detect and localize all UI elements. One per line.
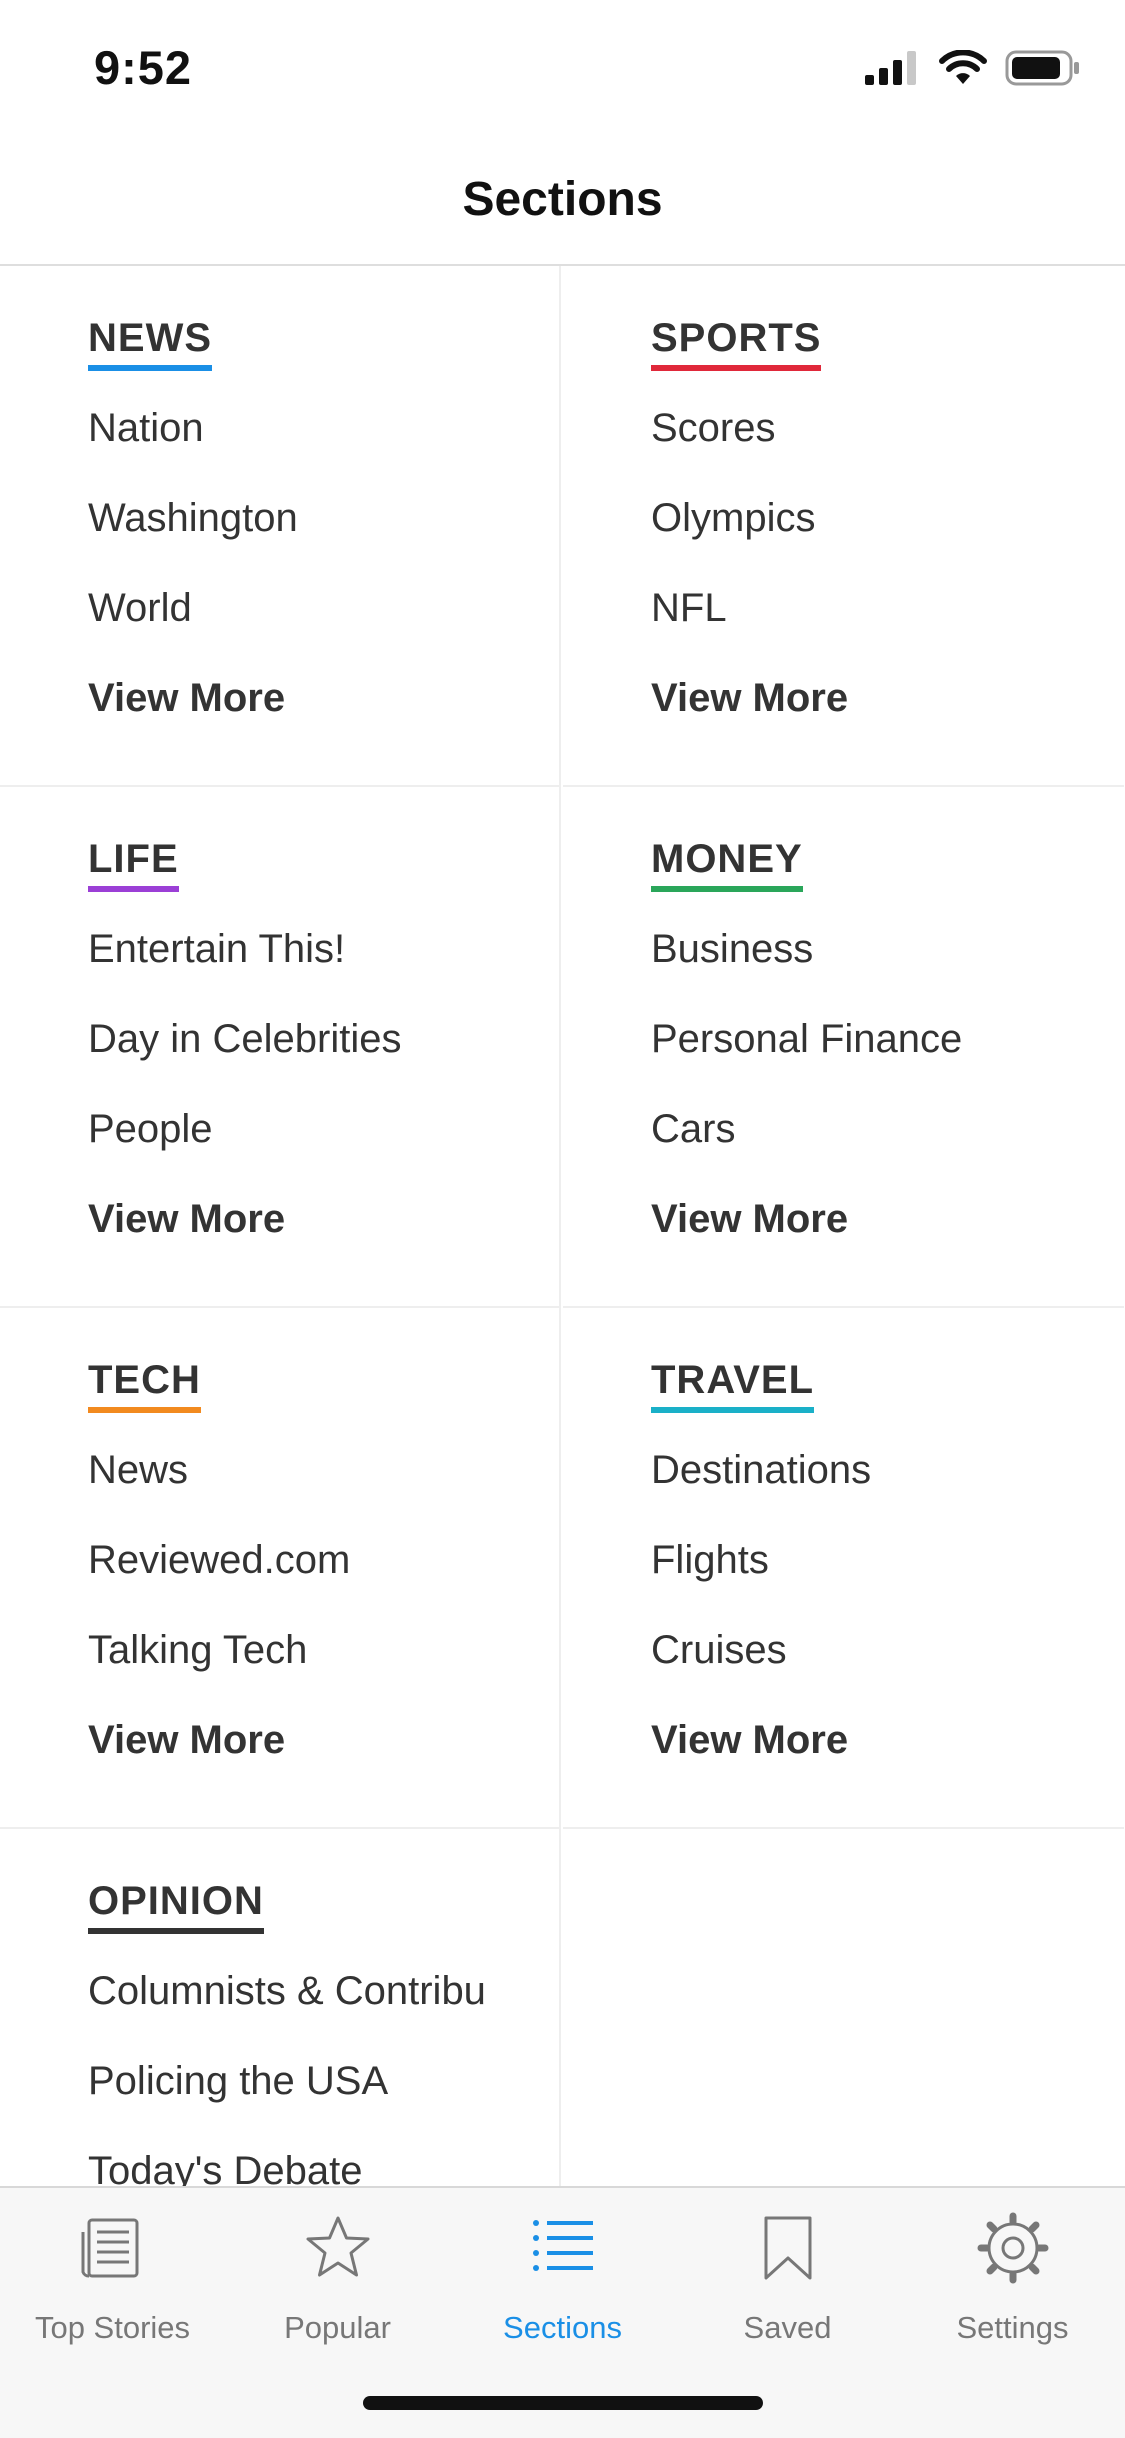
view-more-button[interactable]: View More: [651, 676, 848, 721]
battery-icon: [1005, 50, 1079, 86]
cellular-signal-icon: [865, 51, 916, 85]
section-link[interactable]: Destinations: [651, 1448, 1091, 1493]
page-title: Sections: [462, 173, 663, 226]
empty-cell: [563, 1829, 1124, 2186]
section-link[interactable]: Washington: [88, 496, 528, 541]
tab-settings[interactable]: Settings: [900, 2208, 1125, 2358]
tab-sections[interactable]: Sections: [450, 2208, 675, 2358]
section-heading-life[interactable]: LIFE: [88, 837, 179, 892]
heading-underline: [651, 1407, 815, 1413]
section-link[interactable]: Reviewed.com: [88, 1538, 528, 1583]
section-news: NEWS Nation Washington World View More: [0, 266, 561, 787]
section-sports: SPORTS Scores Olympics NFL View More: [563, 266, 1124, 787]
section-link[interactable]: Nation: [88, 406, 528, 451]
star-icon: [306, 2216, 369, 2277]
section-link[interactable]: People: [88, 1107, 528, 1152]
section-link[interactable]: Day in Celebrities: [88, 1017, 528, 1062]
view-more-button[interactable]: View More: [651, 1197, 848, 1242]
view-more-button[interactable]: View More: [88, 676, 285, 721]
section-heading-label: LIFE: [88, 837, 179, 881]
section-life: LIFE Entertain This! Day in Celebrities …: [0, 787, 561, 1308]
tab-label: Saved: [743, 2310, 832, 2345]
list-icon: [532, 2220, 593, 2271]
section-heading-travel[interactable]: TRAVEL: [651, 1358, 815, 1413]
section-heading-label: TRAVEL: [651, 1358, 815, 1402]
section-link[interactable]: Scores: [651, 406, 1091, 451]
section-link[interactable]: Olympics: [651, 496, 1091, 541]
section-link[interactable]: Today's Debate: [88, 2149, 528, 2186]
home-indicator[interactable]: [363, 2396, 763, 2410]
heading-underline: [651, 365, 822, 371]
heading-underline: [651, 886, 803, 892]
section-link[interactable]: Cruises: [651, 1628, 1091, 1673]
navigation-bar: Sections: [0, 132, 1125, 266]
section-link[interactable]: Flights: [651, 1538, 1091, 1583]
tab-label: Sections: [503, 2310, 622, 2345]
bookmark-icon: [764, 2216, 811, 2280]
section-heading-label: SPORTS: [651, 316, 822, 360]
section-link[interactable]: Business: [651, 927, 1091, 972]
section-opinion: OPINION Columnists & Contribu Policing t…: [0, 1829, 561, 2186]
tab-popular[interactable]: Popular: [225, 2208, 450, 2358]
section-link[interactable]: Personal Finance: [651, 1017, 1091, 1062]
section-link[interactable]: Policing the USA: [88, 2059, 528, 2104]
tab-label: Top Stories: [34, 2310, 191, 2345]
tab-saved[interactable]: Saved: [675, 2208, 900, 2358]
section-money: MONEY Business Personal Finance Cars Vie…: [563, 787, 1124, 1308]
view-more-button[interactable]: View More: [88, 1197, 285, 1242]
section-link[interactable]: NFL: [651, 586, 1091, 631]
tab-label: Popular: [284, 2310, 391, 2345]
section-travel: TRAVEL Destinations Flights Cruises View…: [563, 1308, 1124, 1829]
section-heading-label: MONEY: [651, 837, 803, 881]
gear-icon: [977, 2212, 1048, 2284]
status-time: 9:52: [94, 41, 193, 94]
status-icons: [865, 48, 1081, 88]
status-bar: 9:52: [0, 0, 1125, 132]
tab-label: Settings: [956, 2310, 1069, 2345]
heading-underline: [88, 365, 212, 371]
section-link[interactable]: Columnists & Contribu: [88, 1969, 528, 2014]
sections-grid: NEWS Nation Washington World View More S…: [0, 266, 1125, 2186]
section-link[interactable]: World: [88, 586, 528, 631]
heading-underline: [88, 1928, 264, 1934]
view-more-button[interactable]: View More: [88, 1718, 285, 1763]
section-heading-label: TECH: [88, 1358, 201, 1402]
section-heading-label: NEWS: [88, 316, 212, 360]
section-tech: TECH News Reviewed.com Talking Tech View…: [0, 1308, 561, 1829]
section-heading-opinion[interactable]: OPINION: [88, 1879, 264, 1934]
section-heading-label: OPINION: [88, 1879, 264, 1923]
section-link[interactable]: Cars: [651, 1107, 1091, 1152]
section-link[interactable]: Talking Tech: [88, 1628, 528, 1673]
section-link[interactable]: Entertain This!: [88, 927, 528, 972]
section-heading-sports[interactable]: SPORTS: [651, 316, 822, 371]
view-more-button[interactable]: View More: [651, 1718, 848, 1763]
section-heading-tech[interactable]: TECH: [88, 1358, 201, 1413]
wifi-icon: [939, 50, 987, 84]
heading-underline: [88, 886, 179, 892]
newspaper-icon: [81, 2218, 138, 2278]
section-heading-money[interactable]: MONEY: [651, 837, 803, 892]
heading-underline: [88, 1407, 201, 1413]
section-heading-news[interactable]: NEWS: [88, 316, 212, 371]
section-link[interactable]: News: [88, 1448, 528, 1493]
tab-top-stories[interactable]: Top Stories: [0, 2208, 225, 2358]
